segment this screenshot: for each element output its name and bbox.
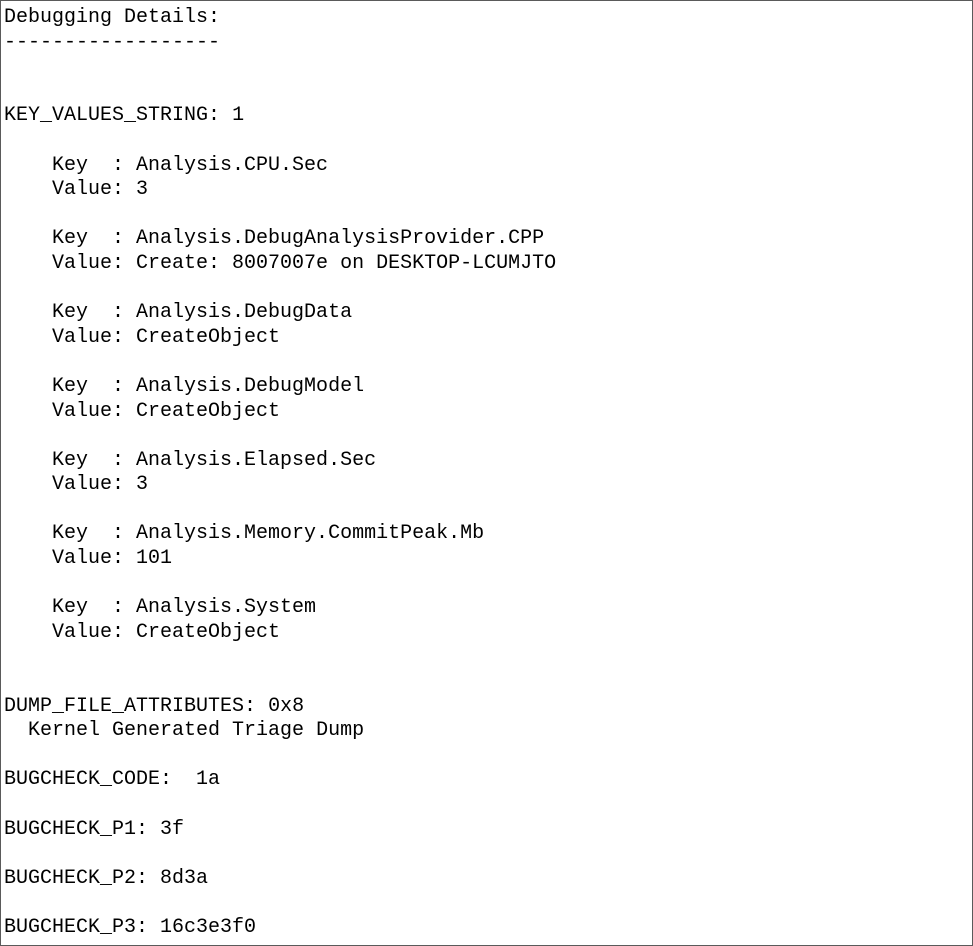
- dump-attr-label: DUMP_FILE_ATTRIBUTES:: [4, 695, 256, 718]
- kv-value: Create: 8007007e on DESKTOP-LCUMJTO: [136, 252, 556, 275]
- debug-title: Debugging Details:: [4, 6, 220, 29]
- debug-title-rule: ------------------: [4, 31, 220, 54]
- kv-value: 3: [136, 473, 148, 496]
- kvs-heading-label: KEY_VALUES_STRING:: [4, 104, 220, 127]
- kv-key: Analysis.DebugModel: [136, 375, 364, 398]
- kv-key: Analysis.System: [136, 596, 316, 619]
- kv-key: Analysis.DebugAnalysisProvider.CPP: [136, 227, 544, 250]
- debug-output-pane: Debugging Details: ------------------ KE…: [0, 0, 973, 946]
- kv-value: CreateObject: [136, 326, 280, 349]
- dump-attr-value: 0x8: [268, 695, 304, 718]
- bugcheck-code-label: BUGCHECK_CODE:: [4, 768, 172, 791]
- kv-key: Analysis.DebugData: [136, 301, 352, 324]
- kv-value: CreateObject: [136, 400, 280, 423]
- kv-value: CreateObject: [136, 621, 280, 644]
- kvs-heading-value: 1: [232, 104, 244, 127]
- kv-key: Analysis.Memory.CommitPeak.Mb: [136, 522, 484, 545]
- kv-value: 101: [136, 547, 172, 570]
- kv-value: 3: [136, 178, 148, 201]
- bugcheck-p-label: BUGCHECK_P1:: [4, 818, 148, 841]
- kv-key: Analysis.Elapsed.Sec: [136, 449, 376, 472]
- bugcheck-code-value: 1a: [196, 768, 220, 791]
- bugcheck-p-label: BUGCHECK_P2:: [4, 867, 148, 890]
- kv-key: Analysis.CPU.Sec: [136, 154, 328, 177]
- bugcheck-p-label: BUGCHECK_P3:: [4, 916, 148, 939]
- bugcheck-p-value: 16c3e3f0: [160, 916, 256, 939]
- bugcheck-p-value: 8d3a: [160, 867, 208, 890]
- bugcheck-p-value: 3f: [160, 818, 184, 841]
- dump-attr-desc: Kernel Generated Triage Dump: [28, 719, 364, 742]
